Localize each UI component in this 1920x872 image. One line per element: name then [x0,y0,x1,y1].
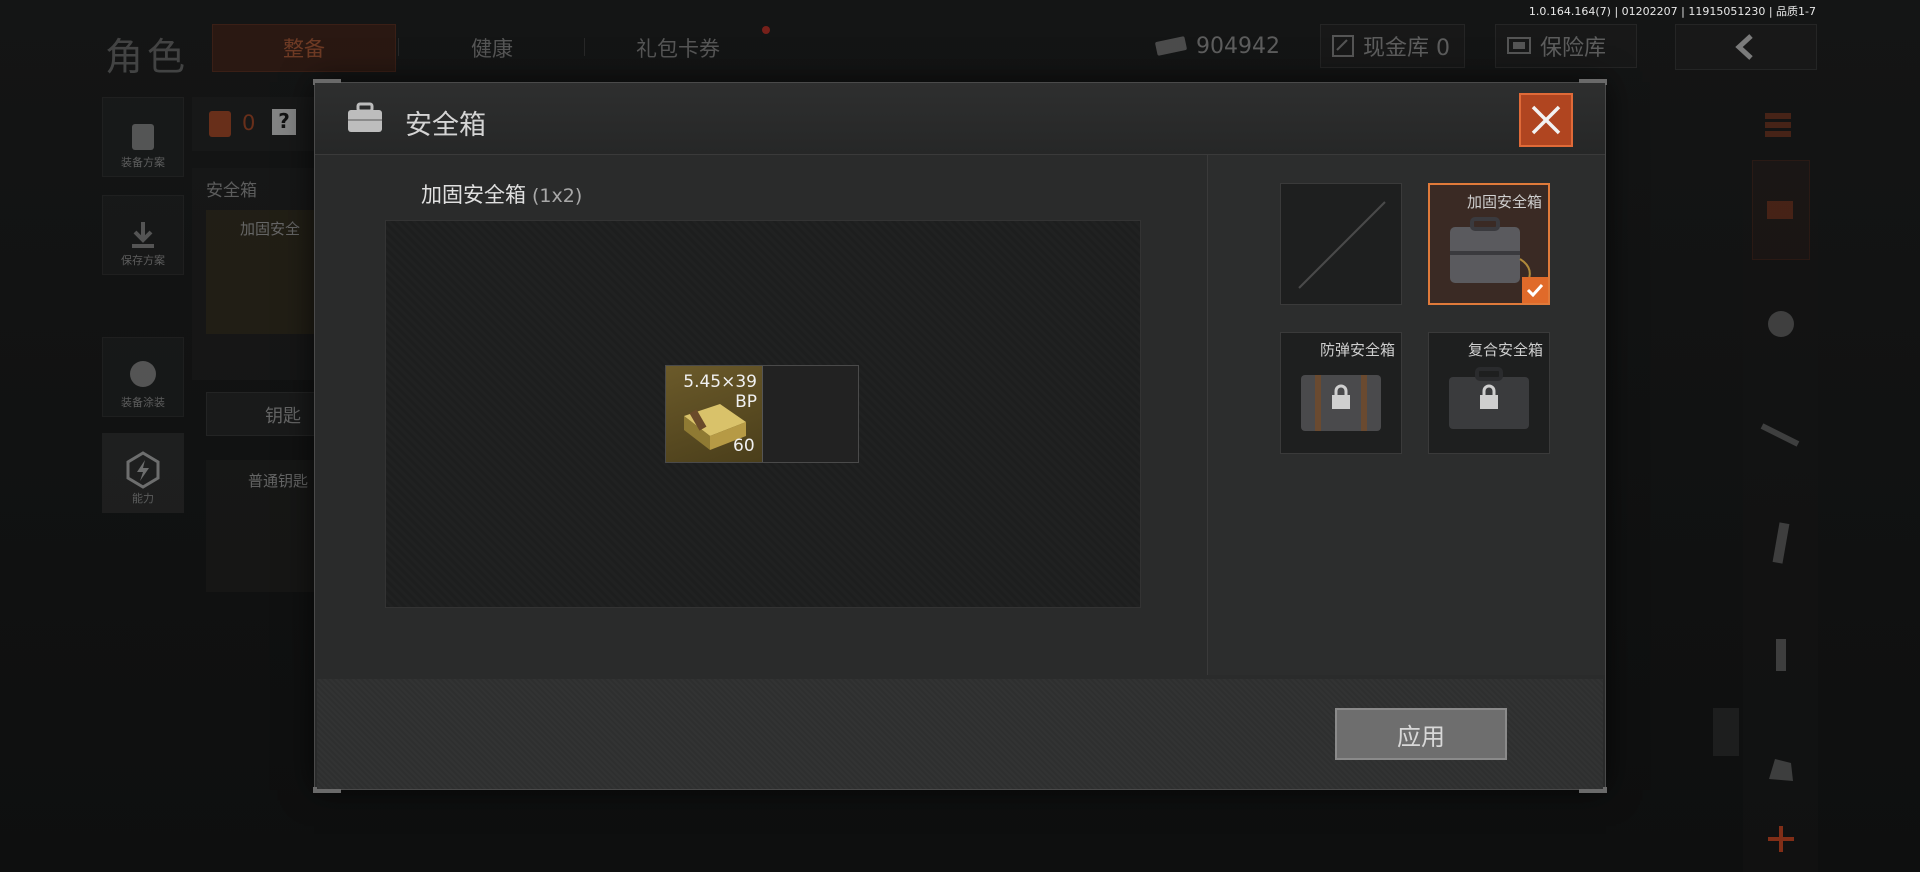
help-icon[interactable]: ? [272,109,296,135]
notification-dot [762,26,770,34]
sidebar-equip-plan[interactable]: 装备方案 [102,97,184,177]
vest-icon [209,111,231,137]
cash-vault-label: 现金库 0 [1363,36,1450,61]
safe-box-item-label: 加固安全 [240,220,301,238]
sidebar-label: 保存方案 [121,254,165,267]
sidebar-label: 能力 [132,492,154,505]
sidebar-save-plan[interactable]: 保存方案 [102,195,184,275]
safe-icon [1507,37,1531,54]
cash-vault-button[interactable]: 现金库 0 [1320,24,1465,68]
ammo-name: 5.45×39 BP [683,372,757,412]
key-item[interactable]: 普通钥匙 [206,460,318,592]
case-option-composite[interactable]: 复合安全箱 [1428,332,1550,454]
current-case-title: 加固安全箱 (1x2) [421,179,582,209]
case-option-bulletproof[interactable]: 防弹安全箱 [1280,332,1402,454]
case-option-reinforced[interactable]: 加固安全箱 [1428,183,1550,305]
page-title: 角色 [105,35,190,79]
magazine-slot-icon[interactable] [1752,515,1810,573]
gloves-slot-icon[interactable] [1752,740,1810,798]
modal-title: 安全箱 [405,110,486,141]
game-screen: 角色 整备 健康 礼包卡券 904942 现金库 0 保险库 装备方案 保存方案… [0,0,1920,872]
insurance-vault-button[interactable]: 保险库 [1495,24,1637,68]
tab-gift-cards[interactable]: 礼包卡券 [586,24,770,72]
case-option-empty[interactable] [1280,183,1402,305]
case-name: 加固安全箱 [1466,193,1542,211]
vault-icon [1332,35,1354,57]
ammo-slot-icon[interactable] [1752,625,1810,683]
selected-check-icon [1522,277,1548,303]
bag-summary: 0 ? [192,97,318,151]
insurance-label: 保险库 [1540,36,1607,61]
modal-header: 安全箱 [315,83,1605,155]
sidebar-label: 装备方案 [121,156,165,169]
scrollbar-thumb[interactable] [1713,708,1739,756]
safe-box-item[interactable]: 加固安全 [206,210,318,334]
key-item-label: 普通钥匙 [248,472,309,490]
case-name: 复合安全箱 [1467,341,1543,359]
sidebar-equip-skin[interactable]: 装备涂装 [102,337,184,417]
bag-count: 0 [242,111,256,135]
lock-icon [1332,384,1350,409]
briefcase-icon [348,102,382,132]
empty-slot-icon [1298,201,1386,289]
case-selector-panel: 加固安全箱 防弹安全箱 复合安全箱 [1208,155,1605,675]
close-icon [1531,105,1561,135]
key-section[interactable]: 钥匙 [206,392,318,436]
layers-icon [1767,201,1793,219]
banknote-icon [1155,36,1187,56]
stack-refresh-icon[interactable] [1752,95,1810,153]
version-text: 1.0.164.164(7) | 01202207 | 11915051230 … [1528,5,1816,18]
ammo-count: 60 [733,436,755,456]
backpack-icon [132,124,154,150]
tab-health[interactable]: 健康 [400,24,584,72]
tab-divider [584,38,585,56]
chevron-left-icon [1735,34,1753,60]
safe-box-slot: 安全箱 加固安全 [192,168,318,380]
helmet-icon [130,361,156,387]
tab-equipment[interactable]: 整备 [212,24,396,72]
apply-button[interactable]: 应用 [1335,708,1507,760]
rifle-slot-icon[interactable] [1752,405,1810,463]
add-icon[interactable] [1752,810,1810,868]
download-icon [132,222,154,248]
rail-item-selected[interactable] [1752,160,1810,260]
current-case-name: 加固安全箱 [421,183,526,207]
helmet-slot-icon[interactable] [1752,295,1810,353]
sidebar-label: 装备涂装 [121,396,165,409]
safe-box-label: 安全箱 [206,181,257,201]
safe-box-modal: 安全箱 加固安全箱 (1x2) 5.45×39 BP 60 加固安全箱 防弹安全… [313,79,1607,793]
currency-display: 904942 [1154,24,1280,68]
close-button[interactable] [1519,93,1573,147]
ability-icon [126,451,160,489]
sidebar-ability[interactable]: 能力 [102,433,184,513]
case-name: 防弹安全箱 [1319,341,1395,359]
lock-icon [1480,384,1498,409]
current-case-size: (1x2) [532,185,583,207]
key-label: 钥匙 [265,406,301,427]
back-button[interactable] [1675,24,1817,70]
tab-divider [398,38,399,56]
currency-amount: 904942 [1196,33,1280,59]
